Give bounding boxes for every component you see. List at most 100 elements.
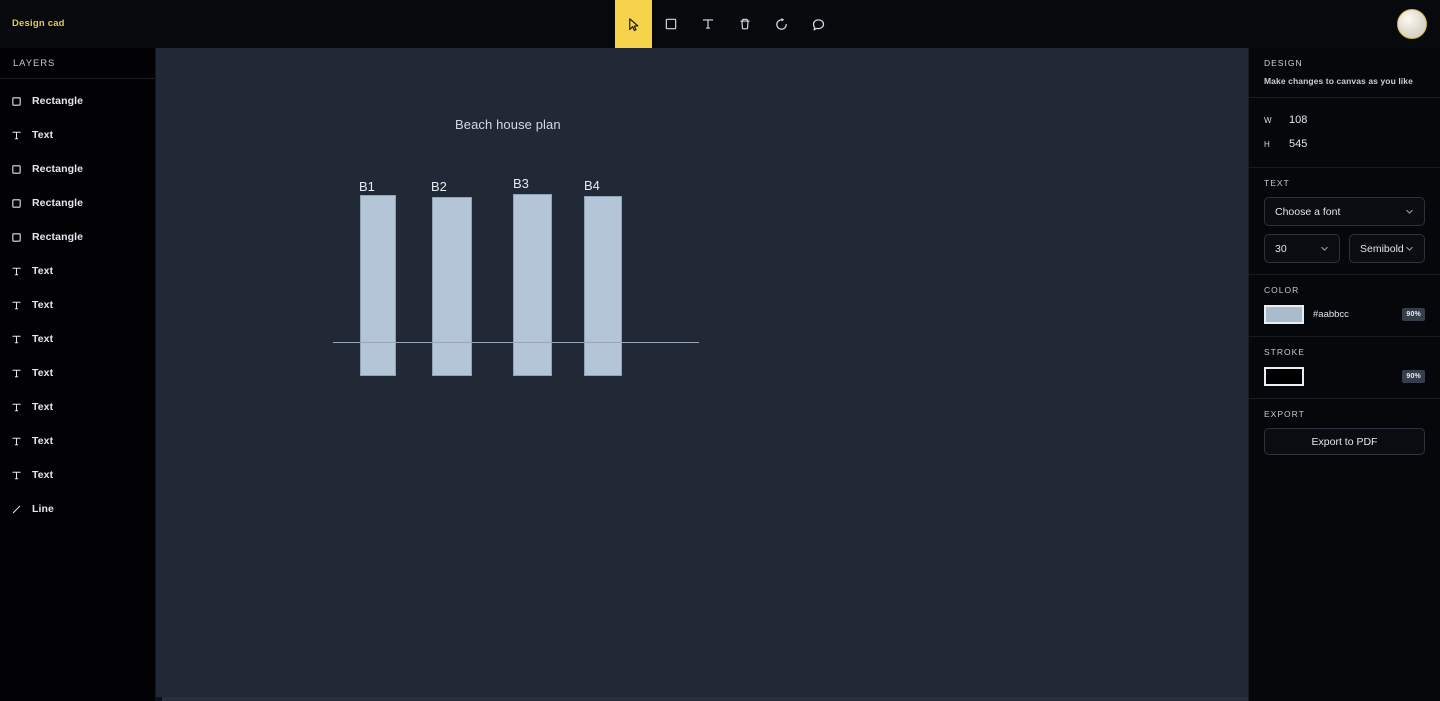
- font-size-select[interactable]: 30: [1264, 234, 1340, 263]
- color-section-label: COLOR: [1264, 285, 1300, 295]
- chevron-down-icon: [1319, 243, 1330, 254]
- color-hex-value[interactable]: #aabbcc: [1304, 309, 1402, 320]
- design-inspector: DESIGN Make changes to canvas as you lik…: [1248, 48, 1440, 701]
- text-tool[interactable]: [689, 0, 726, 48]
- width-row[interactable]: W 108: [1264, 108, 1425, 132]
- text-section: TEXT Choose a font 30 Semibold: [1249, 168, 1440, 275]
- font-family-select[interactable]: Choose a font: [1264, 197, 1425, 226]
- comment-tool[interactable]: [800, 0, 837, 48]
- rectangle-icon: [10, 231, 23, 244]
- comment-icon: [811, 17, 826, 32]
- bar-label-b1[interactable]: B1: [359, 179, 375, 194]
- color-opacity-badge[interactable]: 90%: [1402, 308, 1425, 321]
- layer-label: Text: [32, 333, 54, 345]
- font-size-value: 30: [1275, 242, 1287, 255]
- stroke-section-label: STROKE: [1264, 347, 1305, 357]
- layer-label: Text: [32, 265, 54, 277]
- stroke-section: STROKE 90%: [1249, 337, 1440, 399]
- stroke-opacity-badge[interactable]: 90%: [1402, 370, 1425, 383]
- baseline-line[interactable]: [333, 342, 699, 343]
- line-icon: [10, 503, 23, 516]
- layer-label: Text: [32, 299, 54, 311]
- square-icon: [664, 17, 678, 31]
- text-section-label: TEXT: [1264, 178, 1290, 188]
- layer-item-3[interactable]: Rectangle: [0, 186, 155, 220]
- stroke-swatch[interactable]: [1264, 367, 1304, 386]
- layer-item-0[interactable]: Rectangle: [0, 84, 155, 118]
- layer-item-7[interactable]: Text: [0, 322, 155, 356]
- height-row[interactable]: H 545: [1264, 132, 1425, 156]
- canvas-scrollbar-thumb[interactable]: [156, 697, 162, 701]
- layers-title: LAYERS: [0, 48, 155, 79]
- export-to-pdf-button[interactable]: Export to PDF: [1264, 428, 1425, 455]
- app-root: Design cad LAYERS Rectangle Text Rectang…: [0, 0, 1440, 701]
- app-body: LAYERS Rectangle Text Rectangle Rectangl…: [0, 48, 1440, 701]
- canvas-horizontal-scrollbar[interactable]: [156, 697, 1248, 701]
- layer-item-4[interactable]: Rectangle: [0, 220, 155, 254]
- layer-label: Rectangle: [32, 163, 84, 175]
- layer-label: Line: [32, 503, 54, 515]
- bar-label-b2[interactable]: B2: [431, 179, 447, 194]
- layer-label: Text: [32, 129, 54, 141]
- rectangle-icon: [10, 95, 23, 108]
- bar-rect-b1[interactable]: [360, 195, 396, 376]
- color-section: COLOR #aabbcc 90%: [1249, 275, 1440, 337]
- delete-tool[interactable]: [726, 0, 763, 48]
- text-icon: [10, 129, 23, 142]
- trash-icon: [738, 17, 752, 31]
- design-canvas[interactable]: Beach house plan B1 B2 B3 B4: [156, 48, 1248, 701]
- color-row: #aabbcc 90%: [1264, 304, 1425, 325]
- text-icon: [10, 333, 23, 346]
- layer-label: Rectangle: [32, 231, 84, 243]
- inspector-subtitle: Make changes to canvas as you like: [1264, 76, 1413, 86]
- layer-label: Text: [32, 469, 54, 481]
- bar-rect-b3[interactable]: [513, 194, 552, 376]
- layer-item-12[interactable]: Line: [0, 492, 155, 526]
- tool-palette: [615, 0, 837, 48]
- bar-rect-b4[interactable]: [584, 196, 622, 376]
- layers-list: Rectangle Text Rectangle Rectangle Recta: [0, 79, 155, 526]
- chevron-down-icon: [1404, 206, 1415, 217]
- layer-item-2[interactable]: Rectangle: [0, 152, 155, 186]
- color-swatch[interactable]: [1264, 305, 1304, 324]
- bar-label-b3[interactable]: B3: [513, 176, 529, 191]
- reset-tool[interactable]: [763, 0, 800, 48]
- text-icon: [10, 299, 23, 312]
- bar-rect-b2[interactable]: [432, 197, 472, 376]
- height-value[interactable]: 545: [1289, 138, 1307, 150]
- layers-sidebar: LAYERS Rectangle Text Rectangle Rectangl…: [0, 48, 156, 701]
- refresh-icon: [774, 17, 789, 32]
- bar-label-b4[interactable]: B4: [584, 178, 600, 193]
- layer-item-9[interactable]: Text: [0, 390, 155, 424]
- text-icon: [10, 401, 23, 414]
- font-weight-select[interactable]: Semibold: [1349, 234, 1425, 263]
- layer-item-5[interactable]: Text: [0, 254, 155, 288]
- layer-item-8[interactable]: Text: [0, 356, 155, 390]
- canvas-title-text[interactable]: Beach house plan: [455, 117, 561, 132]
- layer-label: Text: [32, 401, 54, 413]
- layer-item-11[interactable]: Text: [0, 458, 155, 492]
- export-section: EXPORT Export to PDF: [1249, 399, 1440, 466]
- width-label: W: [1264, 115, 1272, 125]
- rectangle-tool[interactable]: [652, 0, 689, 48]
- text-icon: [701, 17, 715, 31]
- font-weight-value: Semibold: [1360, 242, 1404, 255]
- text-icon: [10, 265, 23, 278]
- cursor-icon: [626, 17, 641, 32]
- user-avatar[interactable]: [1397, 9, 1427, 39]
- height-label: H: [1264, 139, 1270, 149]
- font-family-value: Choose a font: [1275, 205, 1341, 218]
- rectangle-icon: [10, 197, 23, 210]
- inspector-title: DESIGN: [1264, 58, 1303, 68]
- layer-item-1[interactable]: Text: [0, 118, 155, 152]
- text-icon: [10, 469, 23, 482]
- text-icon: [10, 367, 23, 380]
- width-value[interactable]: 108: [1289, 114, 1307, 126]
- font-controls-row: 30 Semibold: [1264, 234, 1425, 263]
- layer-item-10[interactable]: Text: [0, 424, 155, 458]
- app-brand: Design cad: [12, 18, 65, 29]
- export-section-label: EXPORT: [1264, 409, 1305, 419]
- layer-label: Rectangle: [32, 95, 84, 107]
- select-tool[interactable]: [615, 0, 652, 48]
- layer-item-6[interactable]: Text: [0, 288, 155, 322]
